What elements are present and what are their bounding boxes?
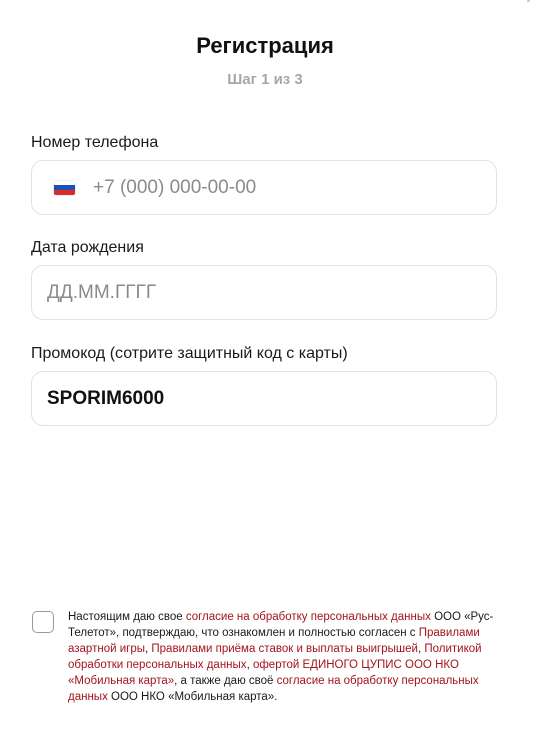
consent-text: Настоящим даю свое согласие на обработку… (68, 611, 494, 703)
birthdate-field[interactable] (31, 265, 497, 320)
link-personal-data-consent[interactable]: согласие на обработку персональных данны… (186, 611, 431, 623)
birthdate-label: Дата рождения (31, 239, 144, 256)
step-indicator: Шаг 1 из 3 (227, 71, 303, 88)
consent-checkbox[interactable] (32, 611, 54, 633)
promo-field[interactable] (31, 371, 497, 426)
corner-mark (527, 0, 530, 2)
promo-label: Промокод (сотрите защитный код с карты) (31, 345, 348, 362)
link-bet-rules[interactable]: Правилами приёма ставок и выплаты выигры… (151, 643, 418, 655)
promo-input[interactable] (47, 387, 496, 410)
phone-label: Номер телефона (31, 134, 159, 151)
russia-flag-icon[interactable] (54, 180, 75, 195)
page-title: Регистрация (196, 33, 334, 58)
phone-input[interactable] (93, 176, 496, 199)
birthdate-input[interactable] (47, 281, 496, 304)
phone-field[interactable] (31, 160, 497, 215)
